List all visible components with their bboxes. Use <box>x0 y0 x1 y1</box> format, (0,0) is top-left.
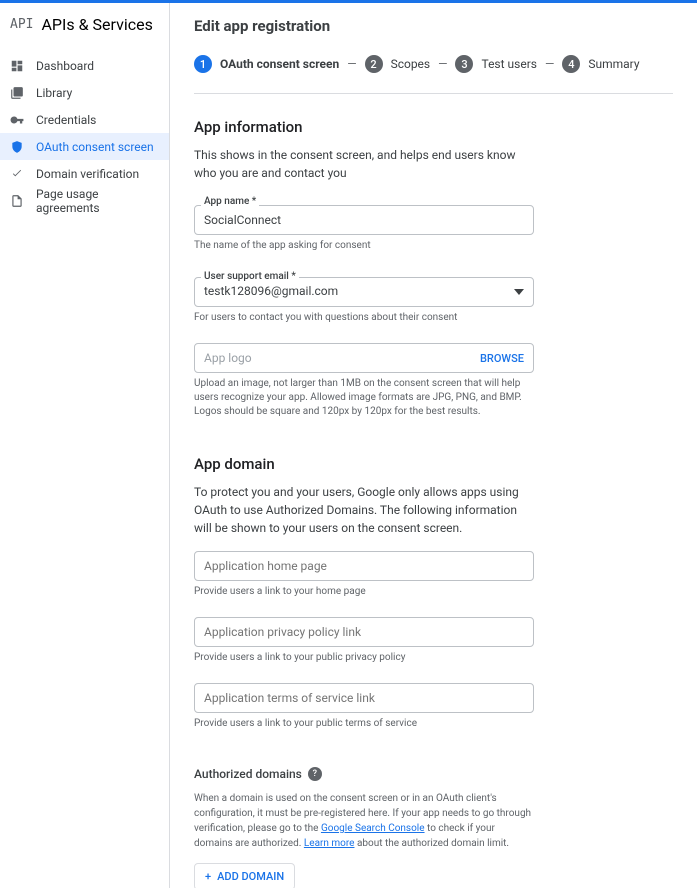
help-icon[interactable]: ? <box>308 767 322 781</box>
helper-text: Provide users a link to your public priv… <box>194 651 534 665</box>
nav-label: Page usage agreements <box>36 187 159 215</box>
key-icon <box>10 113 24 127</box>
add-domain-button[interactable]: + ADD DOMAIN <box>194 863 295 888</box>
browse-button[interactable]: BROWSE <box>480 352 524 365</box>
sidebar: API APIs & Services Dashboard Library Cr… <box>0 3 170 888</box>
helper-text: Provide users a link to your public term… <box>194 717 534 731</box>
app-name-group: App name The name of the app asking for … <box>194 196 534 253</box>
check-icon <box>10 167 24 181</box>
step-connector: — <box>438 57 447 71</box>
homepage-group: Provide users a link to your home page <box>194 551 534 599</box>
app-logo-group: App logo BROWSE Upload an image, not lar… <box>194 343 534 419</box>
support-email-group: User support email testk128096@gmail.com… <box>194 271 534 325</box>
search-console-link[interactable]: Google Search Console <box>321 823 425 834</box>
logo-placeholder: App logo <box>204 351 480 365</box>
step-label: Scopes <box>391 57 431 71</box>
main-content: Edit app registration 1 OAuth consent sc… <box>170 3 697 888</box>
nav-label: Library <box>36 86 72 100</box>
nav-page-usage[interactable]: Page usage agreements <box>0 187 169 214</box>
step-connector: — <box>347 57 356 71</box>
subhead: Authorized domains ? <box>194 767 673 781</box>
step-label: Test users <box>481 57 536 71</box>
subhead-title: Authorized domains <box>194 767 302 781</box>
nav-oauth-consent[interactable]: OAuth consent screen <box>0 133 169 160</box>
stepper: 1 OAuth consent screen — 2 Scopes — 3 Te… <box>194 55 673 73</box>
section-desc: To protect you and your users, Google on… <box>194 483 534 537</box>
nav-label: Domain verification <box>36 167 139 181</box>
step-label: OAuth consent screen <box>220 57 339 71</box>
terms-input[interactable] <box>194 683 534 713</box>
step-number: 2 <box>365 55 383 73</box>
agreement-icon <box>10 194 24 208</box>
app-logo-field[interactable]: App logo BROWSE <box>194 343 534 373</box>
nav-label: Credentials <box>36 113 96 127</box>
step-label: Summary <box>588 57 639 71</box>
plus-icon: + <box>205 870 211 883</box>
privacy-input[interactable] <box>194 617 534 647</box>
learn-more-link[interactable]: Learn more <box>304 838 355 849</box>
authorized-domains-desc: When a domain is used on the consent scr… <box>194 791 534 851</box>
page-title: Edit app registration <box>194 17 673 35</box>
section-desc: This shows in the consent screen, and he… <box>194 146 534 182</box>
step-summary[interactable]: 4 Summary <box>562 55 639 73</box>
step-consent[interactable]: 1 OAuth consent screen <box>194 55 339 73</box>
step-scopes[interactable]: 2 Scopes <box>365 55 431 73</box>
privacy-group: Provide users a link to your public priv… <box>194 617 534 665</box>
add-domain-label: ADD DOMAIN <box>217 870 284 883</box>
step-number: 1 <box>194 55 212 73</box>
nav-domain-verification[interactable]: Domain verification <box>0 160 169 187</box>
helper-text: Provide users a link to your home page <box>194 585 534 599</box>
helper-text: The name of the app asking for consent <box>194 239 534 253</box>
nav-label: Dashboard <box>36 59 94 73</box>
sidebar-nav: Dashboard Library Credentials OAuth cons… <box>0 46 169 214</box>
nav-dashboard[interactable]: Dashboard <box>0 52 169 79</box>
helper-text: For users to contact you with questions … <box>194 311 534 325</box>
api-logo: API <box>10 17 33 32</box>
section-title: App information <box>194 118 673 136</box>
app-name-label: App name <box>201 196 259 207</box>
library-icon <box>10 86 24 100</box>
authorized-domains-section: Authorized domains ? When a domain is us… <box>194 767 673 888</box>
dashboard-icon <box>10 59 24 73</box>
support-email-label: User support email <box>201 271 299 282</box>
terms-group: Provide users a link to your public term… <box>194 683 534 731</box>
nav-label: OAuth consent screen <box>36 140 154 154</box>
step-number: 3 <box>455 55 473 73</box>
step-connector: — <box>545 57 554 71</box>
sidebar-title: APIs & Services <box>41 15 152 34</box>
helper-text: Upload an image, not larger than 1MB on … <box>194 377 534 419</box>
nav-library[interactable]: Library <box>0 79 169 106</box>
consent-icon <box>10 140 24 154</box>
step-number: 4 <box>562 55 580 73</box>
app-information-section: App information This shows in the consen… <box>194 118 673 419</box>
nav-credentials[interactable]: Credentials <box>0 106 169 133</box>
divider <box>194 93 673 94</box>
section-title: App domain <box>194 455 673 473</box>
homepage-input[interactable] <box>194 551 534 581</box>
sidebar-header: API APIs & Services <box>0 3 169 46</box>
app-domain-section: App domain To protect you and your users… <box>194 455 673 731</box>
step-testusers[interactable]: 3 Test users <box>455 55 536 73</box>
app-name-input[interactable] <box>194 205 534 235</box>
